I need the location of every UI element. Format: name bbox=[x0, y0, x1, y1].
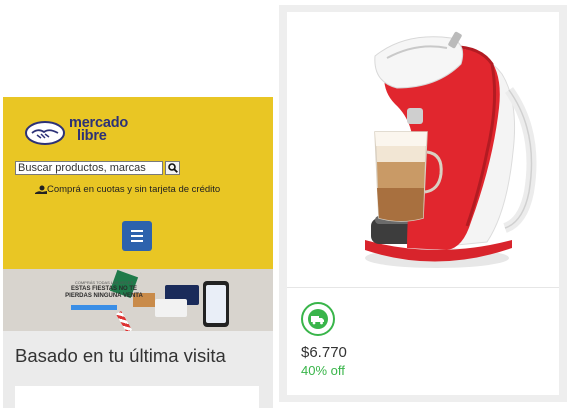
truck-icon bbox=[308, 309, 328, 329]
phone-screen bbox=[206, 285, 226, 323]
card-divider bbox=[287, 287, 559, 288]
hamburger-menu-button[interactable] bbox=[122, 221, 152, 251]
screen: mercado libre Buscar productos, marcas C… bbox=[0, 0, 569, 408]
mercadolibre-logo[interactable]: mercado libre bbox=[25, 116, 155, 151]
menu-bar bbox=[131, 230, 143, 232]
site-header: mercado libre Buscar productos, marcas C… bbox=[3, 97, 273, 269]
payment-card-image bbox=[155, 299, 187, 317]
menu-bar bbox=[131, 235, 143, 237]
hand-money-icon bbox=[35, 185, 47, 194]
product-price: $6.770 bbox=[301, 344, 347, 361]
section-title: Basado en tu última visita bbox=[15, 345, 226, 366]
recommendation-card[interactable] bbox=[15, 386, 259, 408]
promo-banner[interactable]: COMPRÁS TODAS LAS VECES ESTAS FIESTAS NO… bbox=[3, 269, 273, 331]
product-card[interactable]: $6.770 40% off bbox=[287, 12, 559, 395]
menu-bar bbox=[131, 240, 143, 242]
search-button[interactable] bbox=[165, 161, 180, 175]
logo-line-2: libre bbox=[77, 128, 107, 144]
product-discount: 40% off bbox=[301, 363, 345, 378]
search-input[interactable]: Buscar productos, marcas bbox=[15, 161, 163, 175]
mobile-site-panel: mercado libre Buscar productos, marcas C… bbox=[3, 97, 273, 408]
handshake-logo-icon bbox=[25, 121, 65, 145]
logo-wordmark: mercado libre bbox=[69, 116, 128, 144]
free-shipping-badge bbox=[301, 302, 335, 336]
search-icon bbox=[167, 163, 178, 173]
banner-small-text: COMPRÁS TODAS LAS VECES bbox=[74, 280, 134, 285]
search-bar: Buscar productos, marcas bbox=[15, 161, 180, 175]
coffee-machine-image bbox=[365, 31, 537, 268]
installments-promo[interactable]: Comprá en cuotas y sin tarjeta de crédit… bbox=[35, 184, 220, 195]
promo-text: Comprá en cuotas y sin tarjeta de crédit… bbox=[47, 184, 221, 195]
candy-cane-decoration bbox=[115, 310, 133, 331]
banner-strip bbox=[71, 305, 117, 310]
banner-headline: ESTAS FIESTAS NO TE PIERDAS NINGUNA VENT… bbox=[65, 286, 143, 299]
